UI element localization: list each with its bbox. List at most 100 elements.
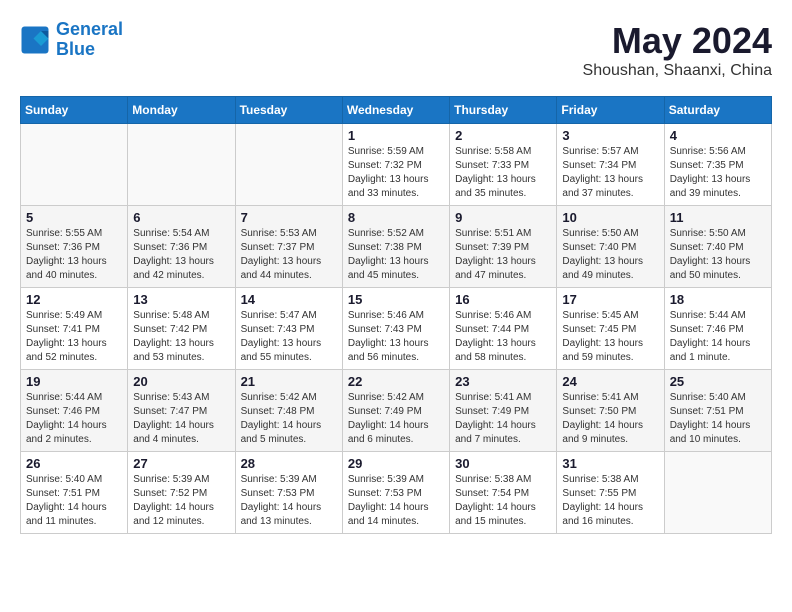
day-number: 16: [455, 292, 551, 307]
col-sunday: Sunday: [21, 97, 128, 124]
day-number: 5: [26, 210, 122, 225]
header-row: Sunday Monday Tuesday Wednesday Thursday…: [21, 97, 772, 124]
location: Shoushan, Shaanxi, China: [583, 62, 772, 80]
calendar-cell: 12Sunrise: 5:49 AM Sunset: 7:41 PM Dayli…: [21, 288, 128, 370]
day-number: 26: [26, 456, 122, 471]
day-number: 6: [133, 210, 229, 225]
day-info: Sunrise: 5:40 AM Sunset: 7:51 PM Dayligh…: [26, 473, 122, 529]
calendar-cell: 24 Sunrise: 5:41 AM Sunset: 7:50 PM Dayli…: [557, 370, 664, 452]
day-number: 20: [133, 374, 229, 389]
col-thursday: Thursday: [450, 97, 557, 124]
day-number: 2: [455, 128, 551, 143]
calendar-body: 1 Sunrise: 5:59 AM Sunset: 7:32 PM Daylig…: [21, 124, 772, 534]
day-number: 30: [455, 456, 551, 471]
day-info: Sunrise: 5:57 AM Sunset: 7:34 PM Dayligh…: [562, 145, 658, 201]
calendar-cell: 31Sunrise: 5:38 AM Sunset: 7:55 PM Dayli…: [557, 452, 664, 534]
day-number: 3: [562, 128, 658, 143]
calendar-cell: [235, 124, 342, 206]
calendar-cell: 1 Sunrise: 5:59 AM Sunset: 7:32 PM Daylig…: [342, 124, 449, 206]
calendar-cell: 27 Sunrise: 5:39 AM Sunset: 7:52 PM Dayli…: [128, 452, 235, 534]
page-header: General Blue May 2024 Shoushan, Shaanxi,…: [20, 20, 772, 80]
day-number: 8: [348, 210, 444, 225]
calendar-cell: 20Sunrise: 5:43 AM Sunset: 7:47 PM Dayli…: [128, 370, 235, 452]
day-info: Sunrise: 5:41 AM Sunset: 7:50 PM Dayligh…: [562, 391, 658, 447]
day-number: 25: [670, 374, 766, 389]
day-info: Sunrise: 5:50 AM Sunset: 7:40 PM Dayligh…: [670, 227, 766, 283]
day-info: Sunrise: 5:40 AM Sunset: 7:51 PM Dayligh…: [670, 391, 766, 447]
calendar-cell: 18Sunrise: 5:44 AM Sunset: 7:46 PM Dayli…: [664, 288, 771, 370]
day-info: Sunrise: 5:46 AM Sunset: 7:43 PM Dayligh…: [348, 309, 444, 365]
day-info: Sunrise: 5:47 AM Sunset: 7:43 PM Dayligh…: [241, 309, 337, 365]
day-number: 1: [348, 128, 444, 143]
calendar-cell: 25 Sunrise: 5:40 AM Sunset: 7:51 PM Dayli…: [664, 370, 771, 452]
day-number: 7: [241, 210, 337, 225]
day-info: Sunrise: 5:38 AM Sunset: 7:55 PM Dayligh…: [562, 473, 658, 529]
logo: General Blue: [20, 20, 123, 60]
calendar-cell: 14 Sunrise: 5:47 AM Sunset: 7:43 PM Dayli…: [235, 288, 342, 370]
calendar-cell: 30 Sunrise: 5:38 AM Sunset: 7:54 PM Dayli…: [450, 452, 557, 534]
calendar-header: Sunday Monday Tuesday Wednesday Thursday…: [21, 97, 772, 124]
day-info: Sunrise: 5:54 AM Sunset: 7:36 PM Dayligh…: [133, 227, 229, 283]
day-number: 13: [133, 292, 229, 307]
logo-line1: General: [56, 19, 123, 39]
calendar-cell: 17 Sunrise: 5:45 AM Sunset: 7:45 PM Dayli…: [557, 288, 664, 370]
calendar-cell: [128, 124, 235, 206]
calendar-table: Sunday Monday Tuesday Wednesday Thursday…: [20, 96, 772, 534]
day-info: Sunrise: 5:50 AM Sunset: 7:40 PM Dayligh…: [562, 227, 658, 283]
col-wednesday: Wednesday: [342, 97, 449, 124]
calendar-cell: [21, 124, 128, 206]
calendar-cell: 28Sunrise: 5:39 AM Sunset: 7:53 PM Dayli…: [235, 452, 342, 534]
day-number: 21: [241, 374, 337, 389]
day-info: Sunrise: 5:58 AM Sunset: 7:33 PM Dayligh…: [455, 145, 551, 201]
logo-icon: [20, 25, 50, 55]
col-monday: Monday: [128, 97, 235, 124]
day-info: Sunrise: 5:56 AM Sunset: 7:35 PM Dayligh…: [670, 145, 766, 201]
day-number: 17: [562, 292, 658, 307]
calendar-cell: 4Sunrise: 5:56 AM Sunset: 7:35 PM Daylig…: [664, 124, 771, 206]
day-number: 11: [670, 210, 766, 225]
day-info: Sunrise: 5:38 AM Sunset: 7:54 PM Dayligh…: [455, 473, 551, 529]
month-title: May 2024: [583, 20, 772, 62]
day-info: Sunrise: 5:45 AM Sunset: 7:45 PM Dayligh…: [562, 309, 658, 365]
day-info: Sunrise: 5:39 AM Sunset: 7:52 PM Dayligh…: [133, 473, 229, 529]
day-info: Sunrise: 5:53 AM Sunset: 7:37 PM Dayligh…: [241, 227, 337, 283]
calendar-week-3: 12Sunrise: 5:49 AM Sunset: 7:41 PM Dayli…: [21, 288, 772, 370]
calendar-cell: 11 Sunrise: 5:50 AM Sunset: 7:40 PM Dayli…: [664, 206, 771, 288]
day-number: 28: [241, 456, 337, 471]
day-number: 14: [241, 292, 337, 307]
col-saturday: Saturday: [664, 97, 771, 124]
logo-line2: Blue: [56, 39, 95, 59]
calendar-cell: 6 Sunrise: 5:54 AM Sunset: 7:36 PM Daylig…: [128, 206, 235, 288]
day-info: Sunrise: 5:39 AM Sunset: 7:53 PM Dayligh…: [348, 473, 444, 529]
day-number: 24: [562, 374, 658, 389]
day-number: 9: [455, 210, 551, 225]
day-info: Sunrise: 5:55 AM Sunset: 7:36 PM Dayligh…: [26, 227, 122, 283]
calendar-cell: 10 Sunrise: 5:50 AM Sunset: 7:40 PM Dayli…: [557, 206, 664, 288]
col-tuesday: Tuesday: [235, 97, 342, 124]
calendar-cell: 29 Sunrise: 5:39 AM Sunset: 7:53 PM Dayli…: [342, 452, 449, 534]
day-info: Sunrise: 5:42 AM Sunset: 7:49 PM Dayligh…: [348, 391, 444, 447]
day-info: Sunrise: 5:44 AM Sunset: 7:46 PM Dayligh…: [26, 391, 122, 447]
day-number: 19: [26, 374, 122, 389]
calendar-cell: 7 Sunrise: 5:53 AM Sunset: 7:37 PM Daylig…: [235, 206, 342, 288]
day-number: 27: [133, 456, 229, 471]
logo-text: General Blue: [56, 20, 123, 60]
calendar-cell: 8Sunrise: 5:52 AM Sunset: 7:38 PM Daylig…: [342, 206, 449, 288]
day-info: Sunrise: 5:42 AM Sunset: 7:48 PM Dayligh…: [241, 391, 337, 447]
title-area: May 2024 Shoushan, Shaanxi, China: [583, 20, 772, 80]
calendar-week-1: 1 Sunrise: 5:59 AM Sunset: 7:32 PM Daylig…: [21, 124, 772, 206]
day-number: 23: [455, 374, 551, 389]
day-info: Sunrise: 5:59 AM Sunset: 7:32 PM Dayligh…: [348, 145, 444, 201]
calendar-cell: 3 Sunrise: 5:57 AM Sunset: 7:34 PM Daylig…: [557, 124, 664, 206]
col-friday: Friday: [557, 97, 664, 124]
calendar-cell: 2 Sunrise: 5:58 AM Sunset: 7:33 PM Daylig…: [450, 124, 557, 206]
day-info: Sunrise: 5:44 AM Sunset: 7:46 PM Dayligh…: [670, 309, 766, 365]
calendar-cell: 19 Sunrise: 5:44 AM Sunset: 7:46 PM Dayli…: [21, 370, 128, 452]
day-number: 29: [348, 456, 444, 471]
day-info: Sunrise: 5:41 AM Sunset: 7:49 PM Dayligh…: [455, 391, 551, 447]
day-number: 15: [348, 292, 444, 307]
calendar-cell: 23 Sunrise: 5:41 AM Sunset: 7:49 PM Dayli…: [450, 370, 557, 452]
calendar-cell: 16Sunrise: 5:46 AM Sunset: 7:44 PM Dayli…: [450, 288, 557, 370]
day-number: 10: [562, 210, 658, 225]
day-info: Sunrise: 5:51 AM Sunset: 7:39 PM Dayligh…: [455, 227, 551, 283]
